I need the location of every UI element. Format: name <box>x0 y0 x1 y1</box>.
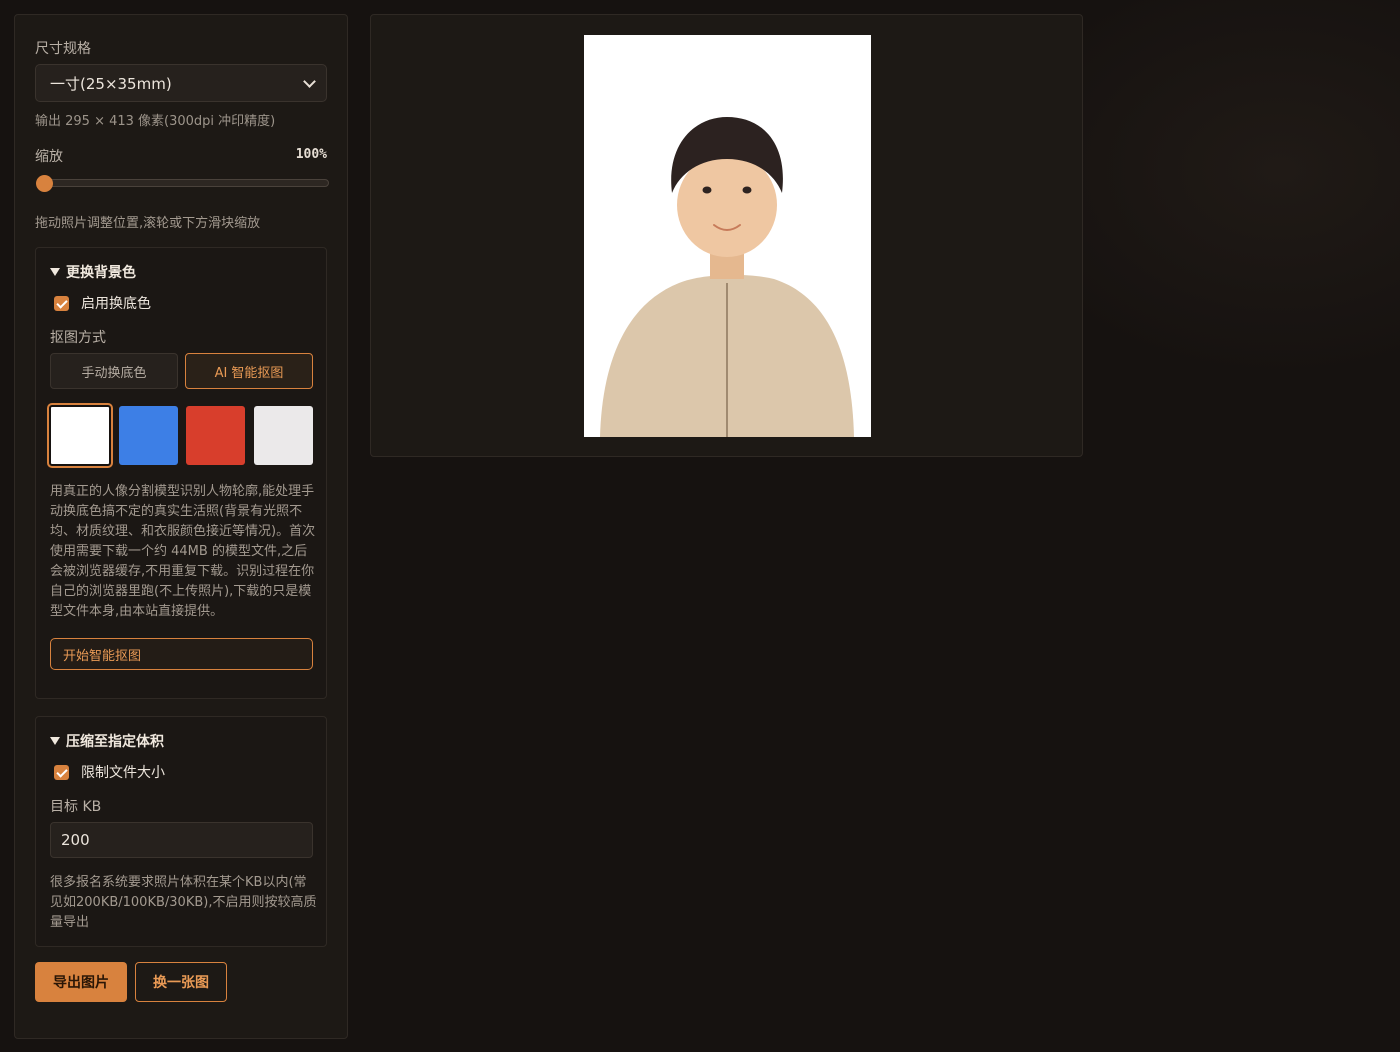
triangle-down-icon <box>50 737 60 745</box>
background-panel-title: 更换背景色 <box>66 265 136 281</box>
compress-description: 很多报名系统要求照片体积在某个KB以内(常见如200KB/100KB/30KB)… <box>50 875 317 930</box>
background-panel-toggle[interactable]: 更换背景色 <box>50 262 136 282</box>
manual-method-button[interactable]: 手动换底色 <box>50 353 178 389</box>
size-label: 尺寸规格 <box>35 41 91 57</box>
zoom-slider-track[interactable] <box>37 179 329 187</box>
compress-panel-title: 压缩至指定体积 <box>66 734 164 750</box>
preview-panel <box>370 14 1083 457</box>
enable-bg-change-checkbox[interactable] <box>54 295 69 311</box>
compress-panel-toggle[interactable]: 压缩至指定体积 <box>50 731 164 751</box>
method-label: 抠图方式 <box>50 330 106 346</box>
enable-bg-change-row[interactable]: 启用换底色 <box>54 293 151 313</box>
target-kb-input[interactable]: 200 <box>50 822 313 858</box>
size-select[interactable]: 一寸(25×35mm) <box>35 64 327 102</box>
app-page: 尺寸规格 一寸(25×35mm) 输出 295 × 413 像素(300dpi … <box>0 0 1400 1052</box>
zoom-label: 缩放 <box>35 149 63 165</box>
size-select-value: 一寸(25×35mm) <box>50 74 172 93</box>
limit-size-label: 限制文件大小 <box>81 765 165 781</box>
limit-size-row[interactable]: 限制文件大小 <box>54 762 165 782</box>
change-image-button[interactable]: 换一张图 <box>135 962 227 1002</box>
chevron-down-icon <box>303 74 316 88</box>
portrait-illustration <box>584 35 871 437</box>
background-panel: 更换背景色 启用换底色 抠图方式 手动换底色 AI 智能抠图 用真正的人像分割模… <box>35 247 327 699</box>
ai-description: 用真正的人像分割模型识别人物轮廓,能处理手动换底色搞不定的真实生活照(背景有光照… <box>50 484 316 619</box>
target-kb-label: 目标 KB <box>50 799 102 815</box>
settings-sidebar: 尺寸规格 一寸(25×35mm) 输出 295 × 413 像素(300dpi … <box>14 14 348 1039</box>
enable-bg-change-label: 启用换底色 <box>81 296 151 312</box>
swatch-light-gray[interactable] <box>254 406 313 465</box>
zoom-slider-thumb[interactable] <box>36 175 53 192</box>
ai-method-button[interactable]: AI 智能抠图 <box>185 353 313 389</box>
limit-size-checkbox[interactable] <box>54 764 69 780</box>
swatch-blue[interactable] <box>119 406 178 465</box>
output-info: 输出 295 × 413 像素(300dpi 冲印精度) <box>35 114 276 129</box>
start-ai-matting-button[interactable]: 开始智能抠图 <box>50 638 313 670</box>
id-photo-preview[interactable] <box>584 35 871 437</box>
triangle-down-icon <box>50 268 60 276</box>
zoom-value: 100% <box>295 147 327 162</box>
compress-panel: 压缩至指定体积 限制文件大小 目标 KB 200 很多报名系统要求照片体积在某个… <box>35 716 327 947</box>
export-button[interactable]: 导出图片 <box>35 962 127 1002</box>
swatch-white[interactable] <box>49 405 111 466</box>
drag-hint: 拖动照片调整位置,滚轮或下方滑块缩放 <box>35 216 261 231</box>
swatch-red[interactable] <box>186 406 245 465</box>
